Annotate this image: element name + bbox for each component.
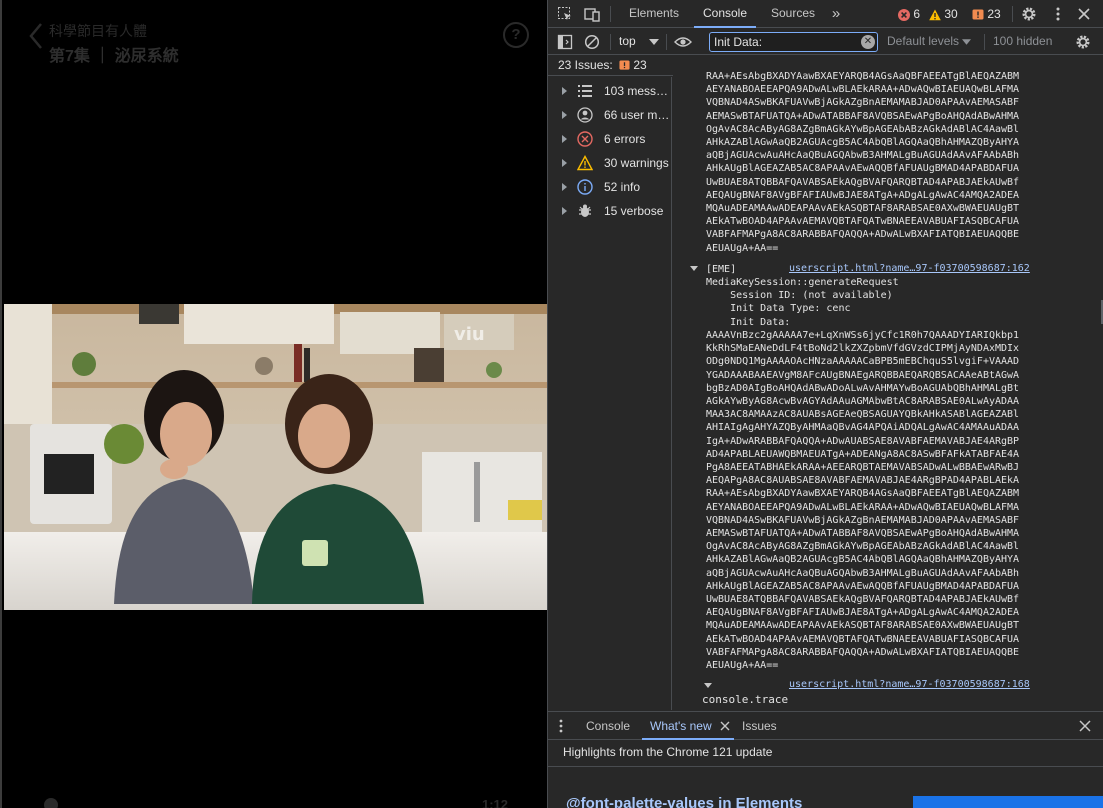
close-drawer-icon[interactable] bbox=[1079, 720, 1091, 735]
issue-flag-icon bbox=[972, 9, 984, 20]
sidebar-item-label: 30 warnings bbox=[604, 156, 669, 170]
list-icon bbox=[577, 83, 593, 99]
filter-input-box[interactable]: ✕ bbox=[709, 32, 878, 52]
collapse-arrow-icon[interactable] bbox=[704, 683, 712, 688]
expand-arrow-icon[interactable] bbox=[562, 207, 567, 215]
chevron-down-icon bbox=[649, 38, 660, 45]
expand-arrow-icon[interactable] bbox=[562, 111, 567, 119]
eme-tag: [EME] bbox=[706, 264, 737, 275]
sidebar-item-label: 103 messa… bbox=[604, 84, 672, 98]
context-selector[interactable]: top bbox=[619, 34, 660, 48]
warning-icon bbox=[929, 9, 941, 21]
device-toolbar-icon[interactable] bbox=[584, 6, 600, 22]
console-trace-label: console.trace bbox=[702, 693, 789, 706]
collapse-arrow-icon[interactable] bbox=[690, 266, 698, 271]
drawer-tab-console[interactable]: Console bbox=[586, 712, 630, 740]
show-sidebar-icon[interactable] bbox=[557, 34, 573, 50]
expand-arrow-icon[interactable] bbox=[562, 159, 567, 167]
help-icon[interactable]: ? bbox=[503, 22, 529, 48]
settings-gear-icon[interactable] bbox=[1021, 6, 1037, 22]
log-levels-dropdown[interactable]: Default levels bbox=[887, 34, 972, 48]
feature-title[interactable]: @font-palette-values in Elements bbox=[566, 795, 802, 808]
expand-arrow-icon[interactable] bbox=[562, 183, 567, 191]
chevron-down-icon bbox=[962, 39, 972, 45]
feature-image bbox=[913, 796, 1103, 808]
sidebar-item-errors[interactable]: 6 errors bbox=[548, 127, 672, 151]
back-arrow-icon[interactable] bbox=[28, 22, 44, 50]
tab-elements[interactable]: Elements bbox=[620, 0, 688, 28]
log-message-generate-request: MediaKeySession::generateRequest Session… bbox=[706, 277, 899, 328]
drawer-tabbar: Console What's new Issues bbox=[548, 711, 1103, 740]
devtools-tabbar: Elements Console Sources » 6 30 23 bbox=[548, 0, 1103, 28]
console-settings-gear-icon[interactable] bbox=[1075, 34, 1091, 50]
episode-title: 第7集 ｜ 泌尿系統 bbox=[49, 48, 179, 65]
inspect-element-icon[interactable] bbox=[557, 6, 573, 22]
log-message-init-data-prev: RAA+AEsAbgBXADYAawBXAEYARQB4AGsAaQBFAEEA… bbox=[706, 71, 1020, 254]
more-options-icon[interactable] bbox=[1050, 6, 1066, 22]
devtools-panel: Elements Console Sources » 6 30 23 top I… bbox=[547, 0, 1103, 808]
issue-flag-icon bbox=[619, 60, 630, 70]
warning-count: 30 bbox=[944, 7, 958, 21]
warning-count-badge[interactable]: 30 bbox=[929, 7, 958, 21]
drawer-tab-issues[interactable]: Issues bbox=[742, 712, 777, 740]
console-toolbar: top ✕ Default levels 100 hidden bbox=[548, 29, 1103, 55]
issues-count: 23 bbox=[987, 7, 1001, 21]
error-icon bbox=[577, 131, 593, 147]
sidebar-item-label: 52 info bbox=[604, 180, 641, 194]
more-tabs-chevron-icon[interactable]: » bbox=[826, 0, 846, 28]
info-icon bbox=[577, 179, 593, 195]
warning-icon bbox=[576, 155, 594, 171]
hidden-count: 100 hidden bbox=[993, 34, 1053, 48]
close-tab-icon[interactable] bbox=[720, 721, 730, 731]
sidebar-item-label: 66 user me… bbox=[604, 108, 672, 122]
drawer-tab-label: What's new bbox=[650, 719, 712, 733]
issues-count-badge[interactable]: 23 bbox=[972, 7, 1001, 21]
bug-icon bbox=[577, 203, 593, 219]
expand-arrow-icon[interactable] bbox=[562, 87, 567, 95]
source-link[interactable]: userscript.html?name…97-f03700598687:168 bbox=[789, 679, 1030, 690]
expand-arrow-icon[interactable] bbox=[562, 135, 567, 143]
source-link[interactable]: userscript.html?name…97-f03700598687:162 bbox=[789, 263, 1030, 274]
close-devtools-icon[interactable] bbox=[1076, 6, 1092, 22]
sidebar-item-verbose[interactable]: 15 verbose bbox=[548, 199, 672, 223]
viu-watermark: viu bbox=[454, 324, 485, 345]
tab-console[interactable]: Console bbox=[694, 0, 756, 28]
error-count-badge[interactable]: 6 bbox=[898, 7, 920, 21]
playback-time: 1:12 bbox=[482, 797, 509, 808]
sidebar-item-messages[interactable]: 103 messa… bbox=[548, 79, 672, 103]
sidebar-item-info[interactable]: 52 info bbox=[548, 175, 672, 199]
sidebar-item-label: 15 verbose bbox=[604, 204, 664, 218]
drawer-menu-icon[interactable] bbox=[558, 718, 564, 737]
show-title: 科學節目有人體 bbox=[49, 23, 147, 39]
clear-console-icon[interactable] bbox=[584, 34, 600, 50]
drawer-tab-whats-new[interactable]: What's new bbox=[642, 712, 734, 740]
sidebar-item-warnings[interactable]: 30 warnings bbox=[548, 151, 672, 175]
video-frame[interactable]: viu bbox=[4, 304, 547, 610]
issues-label: 23 Issues: bbox=[558, 58, 613, 72]
clear-filter-icon[interactable]: ✕ bbox=[861, 35, 875, 49]
log-message-init-data: AAAAVnBzc2gAAAAA7e+LqXnWSs6jyCfc1R0h7QAA… bbox=[706, 330, 1020, 672]
highlights-heading: Highlights from the Chrome 121 update bbox=[563, 745, 773, 759]
sidebar-item-user-messages[interactable]: 66 user me… bbox=[548, 103, 672, 127]
tab-sources[interactable]: Sources bbox=[762, 0, 824, 28]
user-icon bbox=[577, 107, 593, 123]
error-icon bbox=[898, 8, 910, 21]
issues-link[interactable]: 23 bbox=[619, 58, 647, 72]
log-levels-label: Default levels bbox=[887, 34, 960, 48]
whats-new-panel: Highlights from the Chrome 121 update @f… bbox=[548, 741, 1103, 808]
sidebar-item-label: 6 errors bbox=[604, 132, 646, 146]
context-label: top bbox=[619, 34, 636, 48]
issues-link-count: 23 bbox=[633, 58, 647, 72]
console-output[interactable]: RAA+AEsAbgBXADYAawBXAEYARQB4AGsAaQBFAEEA… bbox=[673, 70, 1103, 710]
seek-handle[interactable] bbox=[44, 798, 58, 808]
filter-input[interactable] bbox=[710, 33, 855, 51]
console-sidebar: 103 messa… 66 user me… 6 errors 30 warni… bbox=[548, 77, 672, 710]
video-player[interactable]: 科學節目有人體 第7集 ｜ 泌尿系統 ? viu 1:12 bbox=[0, 0, 547, 808]
live-expression-eye-icon[interactable] bbox=[674, 34, 692, 50]
error-count: 6 bbox=[913, 7, 921, 21]
